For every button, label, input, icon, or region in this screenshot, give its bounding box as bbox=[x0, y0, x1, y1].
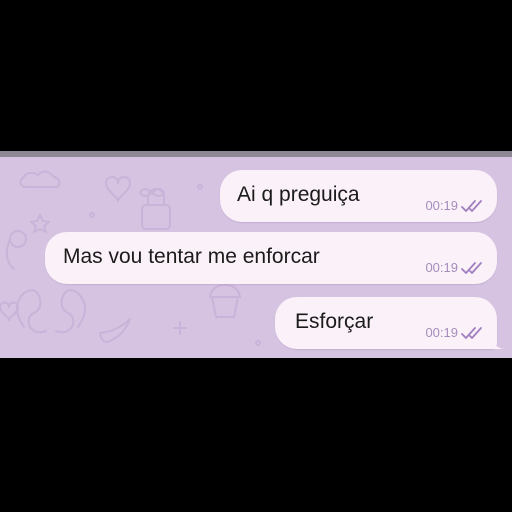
message-bubble[interactable]: Esforçar 00:19 bbox=[275, 297, 504, 349]
double-check-icon bbox=[461, 261, 482, 274]
message-meta: 00:19 bbox=[425, 260, 485, 275]
bubble-tail bbox=[490, 335, 504, 349]
message-time: 00:19 bbox=[425, 198, 458, 213]
message-meta: 00:19 bbox=[425, 198, 485, 213]
message-text: Mas vou tentar me enforcar bbox=[63, 245, 320, 268]
message-meta: 00:19 bbox=[425, 325, 485, 340]
message-time: 00:19 bbox=[425, 260, 458, 275]
chat-area[interactable]: Ai q preguiça 00:19 Mas vou tentar me en… bbox=[0, 157, 512, 358]
message-time: 00:19 bbox=[425, 325, 458, 340]
message-bubble[interactable]: Mas vou tentar me enforcar 00:19 bbox=[45, 232, 497, 284]
message-bubble[interactable]: Ai q preguiça 00:19 bbox=[220, 170, 497, 222]
message-text: Ai q preguiça bbox=[237, 183, 360, 206]
screenshot-frame: Ai q preguiça 00:19 Mas vou tentar me en… bbox=[0, 0, 512, 512]
message-text: Esforçar bbox=[295, 310, 374, 333]
double-check-icon bbox=[461, 199, 482, 212]
double-check-icon bbox=[461, 326, 482, 339]
